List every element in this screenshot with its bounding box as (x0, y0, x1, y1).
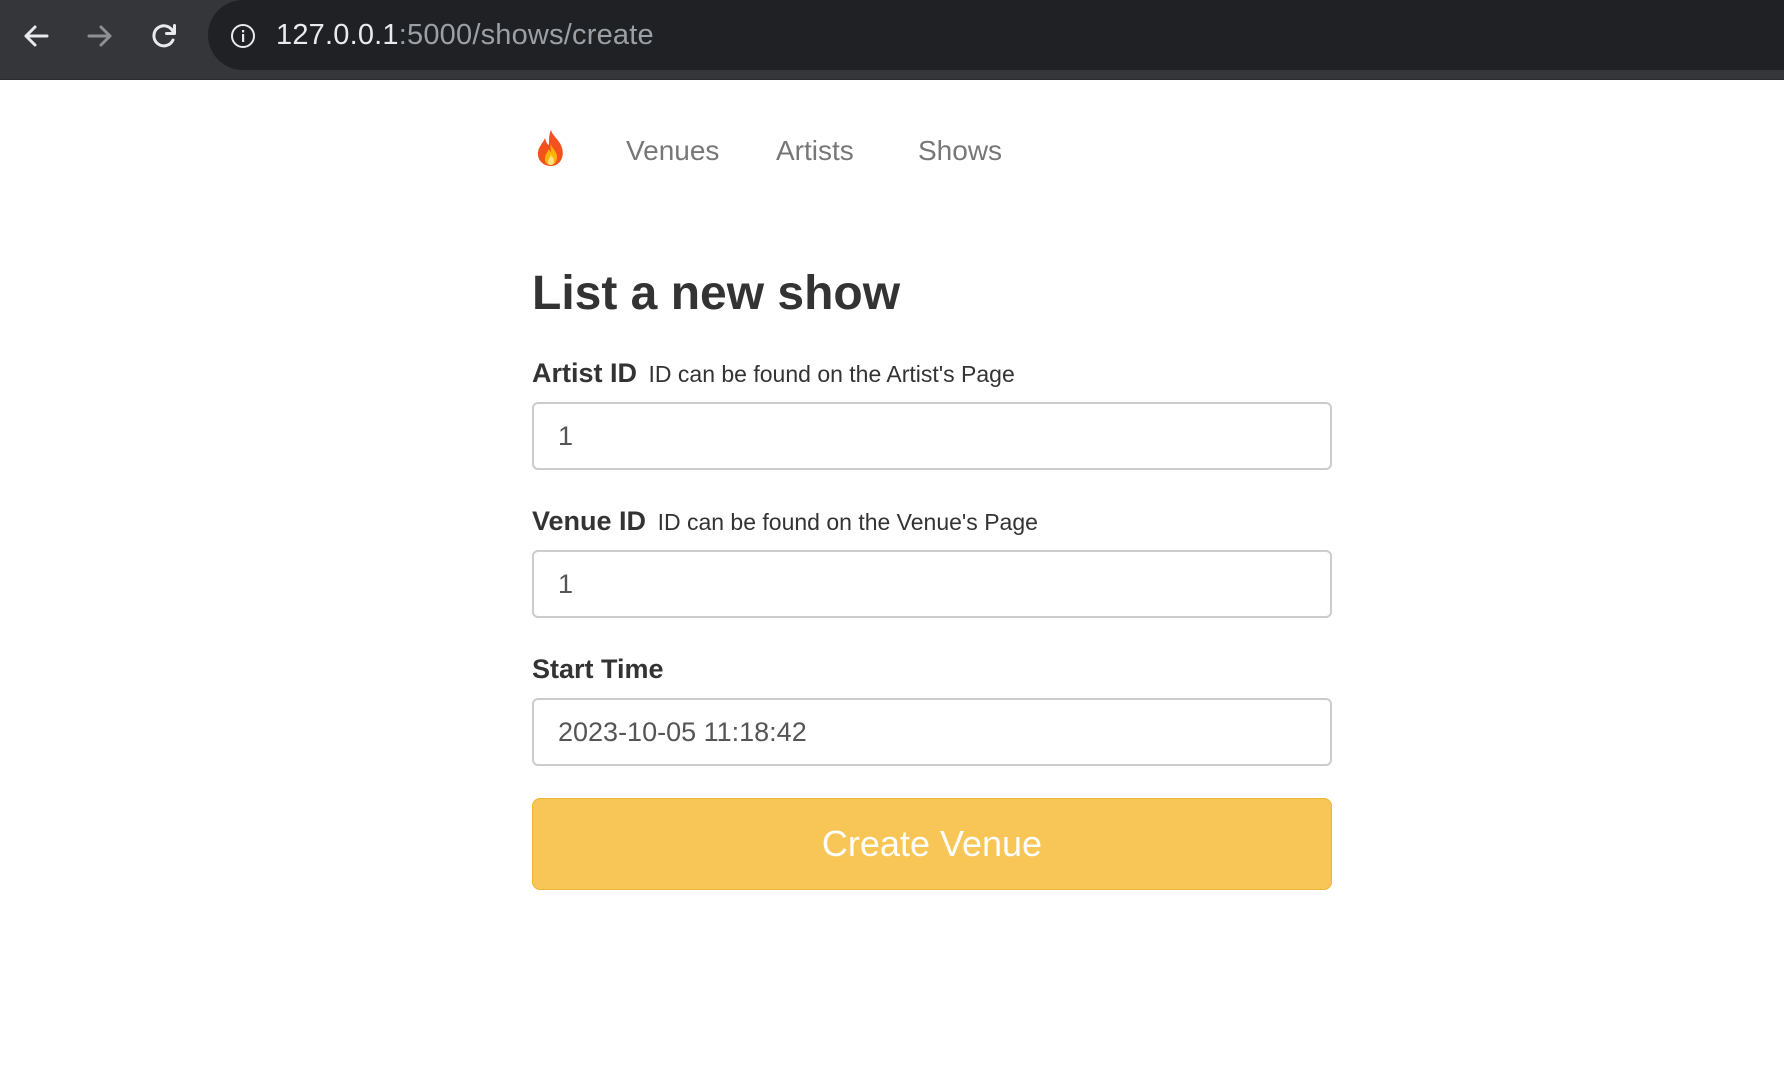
brand-link[interactable] (534, 128, 568, 168)
venue-id-label: Venue ID ID can be found on the Venue's … (532, 504, 1038, 539)
url-text[interactable]: 127.0.0.1:5000/shows/create (276, 18, 654, 52)
browser-toolbar: 127.0.0.1:5000/shows/create (0, 0, 1784, 80)
start-time-input[interactable] (532, 698, 1332, 766)
venue-id-input[interactable] (532, 550, 1332, 618)
info-icon[interactable] (230, 23, 256, 49)
artist-id-label: Artist ID ID can be found on the Artist'… (532, 356, 1015, 391)
address-bar[interactable]: 127.0.0.1:5000/shows/create (208, 0, 1784, 70)
arrow-right-icon (87, 25, 112, 47)
back-button[interactable] (14, 14, 58, 58)
venue-id-label-text: Venue ID (532, 506, 647, 536)
page-title: List a new show (532, 267, 901, 320)
nav-link-venues[interactable]: Venues (626, 134, 719, 168)
venue-id-hint: ID can be found on the Venue's Page (657, 509, 1038, 535)
start-time-label-text: Start Time (532, 654, 664, 684)
forward-button[interactable] (78, 14, 122, 58)
create-venue-button[interactable]: Create Venue (532, 798, 1332, 890)
artist-id-label-text: Artist ID (532, 358, 638, 388)
arrow-left-icon (24, 25, 49, 47)
reload-button[interactable] (142, 14, 186, 58)
reload-icon (152, 24, 176, 48)
artist-id-hint: ID can be found on the Artist's Page (648, 361, 1015, 387)
url-path: :5000/shows/create (398, 19, 654, 51)
url-host: 127.0.0.1 (276, 19, 399, 51)
nav-link-shows[interactable]: Shows (918, 134, 1002, 168)
nav-link-artists[interactable]: Artists (776, 134, 854, 168)
start-time-label: Start Time (532, 652, 664, 686)
fire-icon (537, 130, 563, 166)
artist-id-input[interactable] (532, 402, 1332, 470)
